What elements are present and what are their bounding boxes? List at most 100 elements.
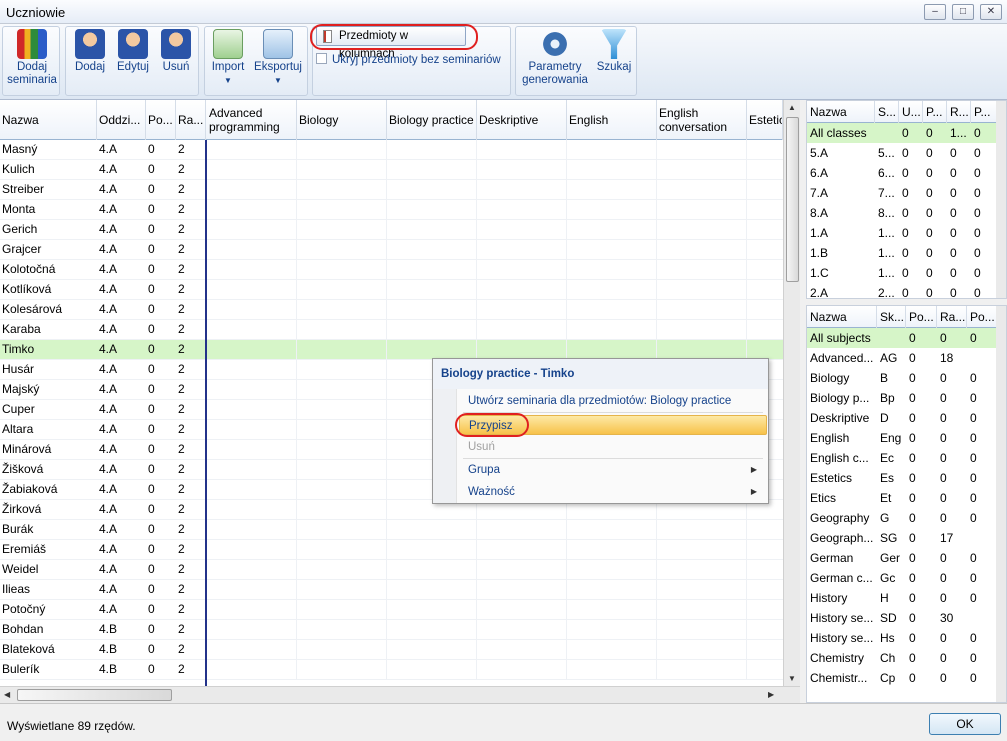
subject-cell[interactable] bbox=[477, 580, 567, 600]
subject-cell[interactable] bbox=[567, 280, 657, 300]
table-cell[interactable]: 0 bbox=[146, 620, 176, 640]
menu-item-create-seminars[interactable]: Utwórz seminaria dla przedmiotów: Biolog… bbox=[459, 391, 767, 411]
table-cell[interactable]: Žišková bbox=[0, 460, 97, 480]
subject-cell[interactable] bbox=[477, 240, 567, 260]
table-row[interactable]: Burák 4.A 0 2 bbox=[0, 520, 783, 540]
grid-horizontal-scrollbar[interactable]: ◀ ▶ bbox=[0, 686, 800, 703]
table-cell[interactable]: 0 bbox=[146, 380, 176, 400]
subject-cell[interactable] bbox=[567, 560, 657, 580]
table-cell[interactable]: 4.A bbox=[97, 580, 146, 600]
list-item[interactable]: English Eng 0 0 0 bbox=[807, 428, 997, 448]
table-cell[interactable]: 4.A bbox=[97, 460, 146, 480]
table-cell[interactable]: 4.A bbox=[97, 300, 146, 320]
subject-cell[interactable] bbox=[207, 280, 297, 300]
table-cell[interactable]: 4.A bbox=[97, 500, 146, 520]
table-cell[interactable]: 0 bbox=[146, 140, 176, 160]
table-cell[interactable]: 2 bbox=[176, 260, 206, 280]
table-row[interactable]: Bulerík 4.B 0 2 bbox=[0, 660, 783, 680]
subject-cell[interactable] bbox=[567, 220, 657, 240]
table-cell[interactable]: 4.A bbox=[97, 440, 146, 460]
column-header-ra[interactable]: Ra... bbox=[176, 100, 206, 140]
table-row[interactable]: Kulich 4.A 0 2 bbox=[0, 160, 783, 180]
table-cell[interactable]: 2 bbox=[176, 520, 206, 540]
column-header-subject[interactable]: Advanced programming bbox=[207, 100, 297, 140]
table-cell[interactable]: 4.A bbox=[97, 240, 146, 260]
subject-cell[interactable] bbox=[387, 660, 477, 680]
add-button[interactable]: Dodaj bbox=[70, 29, 110, 74]
subject-cell[interactable] bbox=[297, 280, 387, 300]
subject-cell[interactable] bbox=[207, 360, 297, 380]
table-cell[interactable]: 2 bbox=[176, 460, 206, 480]
table-cell[interactable]: 2 bbox=[176, 200, 206, 220]
subject-cell[interactable] bbox=[567, 580, 657, 600]
subject-cell[interactable] bbox=[747, 320, 783, 340]
subject-cell[interactable] bbox=[207, 220, 297, 240]
subject-cell[interactable] bbox=[297, 440, 387, 460]
table-row[interactable]: Kotlíková 4.A 0 2 bbox=[0, 280, 783, 300]
table-cell[interactable]: 2 bbox=[176, 340, 206, 360]
table-cell[interactable]: Žabiaková bbox=[0, 480, 97, 500]
subject-cell[interactable] bbox=[747, 520, 783, 540]
table-cell[interactable]: 0 bbox=[146, 220, 176, 240]
table-row[interactable]: Potočný 4.A 0 2 bbox=[0, 600, 783, 620]
table-cell[interactable]: 2 bbox=[176, 580, 206, 600]
subject-cell[interactable] bbox=[567, 320, 657, 340]
column-header-subject[interactable]: Deskriptive bbox=[477, 100, 567, 140]
subject-cell[interactable] bbox=[477, 180, 567, 200]
table-cell[interactable]: Karaba bbox=[0, 320, 97, 340]
table-cell[interactable]: 2 bbox=[176, 160, 206, 180]
table-cell[interactable]: 0 bbox=[146, 600, 176, 620]
table-cell[interactable]: Weidel bbox=[0, 560, 97, 580]
list-item[interactable]: All classes 0 0 1... 0 bbox=[807, 123, 997, 143]
menu-item-remove[interactable]: Usuń bbox=[459, 437, 767, 457]
grid-vertical-scrollbar[interactable]: ▲ ▼ bbox=[783, 100, 800, 686]
scroll-thumb[interactable] bbox=[786, 117, 799, 282]
scroll-up-icon[interactable]: ▲ bbox=[788, 103, 796, 112]
column-header-class[interactable]: Oddzi... bbox=[97, 100, 146, 140]
scroll-left-icon[interactable]: ◀ bbox=[4, 690, 10, 699]
subject-cell[interactable] bbox=[297, 400, 387, 420]
subject-cell[interactable] bbox=[477, 640, 567, 660]
subject-cell[interactable] bbox=[477, 200, 567, 220]
table-cell[interactable]: 4.A bbox=[97, 140, 146, 160]
subject-cell[interactable] bbox=[207, 540, 297, 560]
subject-cell[interactable] bbox=[477, 280, 567, 300]
list-item[interactable]: German Ger 0 0 0 bbox=[807, 548, 997, 568]
column-header-subject[interactable]: English bbox=[567, 100, 657, 140]
subject-cell[interactable] bbox=[207, 320, 297, 340]
subject-cell[interactable] bbox=[387, 160, 477, 180]
table-row[interactable]: Monta 4.A 0 2 bbox=[0, 200, 783, 220]
table-cell[interactable]: 0 bbox=[146, 400, 176, 420]
table-row[interactable]: Kolotočná 4.A 0 2 bbox=[0, 260, 783, 280]
table-cell[interactable]: 0 bbox=[146, 520, 176, 540]
table-cell[interactable]: 4.A bbox=[97, 520, 146, 540]
table-cell[interactable]: 0 bbox=[146, 420, 176, 440]
subject-cell[interactable] bbox=[297, 180, 387, 200]
subject-cell[interactable] bbox=[747, 240, 783, 260]
maximize-icon[interactable]: □ bbox=[952, 4, 974, 20]
table-cell[interactable]: Bohdan bbox=[0, 620, 97, 640]
list-item[interactable]: Biology B 0 0 0 bbox=[807, 368, 997, 388]
table-cell[interactable]: 4.A bbox=[97, 380, 146, 400]
table-cell[interactable]: 0 bbox=[146, 540, 176, 560]
subject-cell[interactable] bbox=[207, 400, 297, 420]
column-header[interactable]: Ra... bbox=[937, 306, 967, 328]
table-cell[interactable]: 4.A bbox=[97, 480, 146, 500]
table-cell[interactable]: 4.A bbox=[97, 400, 146, 420]
subject-cell[interactable] bbox=[657, 160, 747, 180]
table-cell[interactable]: Cuper bbox=[0, 400, 97, 420]
table-cell[interactable]: Husár bbox=[0, 360, 97, 380]
subject-cell[interactable] bbox=[207, 300, 297, 320]
subject-cell[interactable] bbox=[297, 560, 387, 580]
column-header[interactable]: Nazwa bbox=[807, 306, 877, 328]
table-cell[interactable]: 4.A bbox=[97, 320, 146, 340]
subject-cell[interactable] bbox=[207, 240, 297, 260]
subject-cell[interactable] bbox=[657, 540, 747, 560]
subject-cell[interactable] bbox=[657, 600, 747, 620]
subject-cell[interactable] bbox=[207, 160, 297, 180]
subject-cell[interactable] bbox=[657, 340, 747, 360]
table-cell[interactable]: 2 bbox=[176, 560, 206, 580]
list-item[interactable]: 5.A 5... 0 0 0 0 bbox=[807, 143, 997, 163]
subject-cell[interactable] bbox=[657, 620, 747, 640]
subject-cell[interactable] bbox=[657, 640, 747, 660]
